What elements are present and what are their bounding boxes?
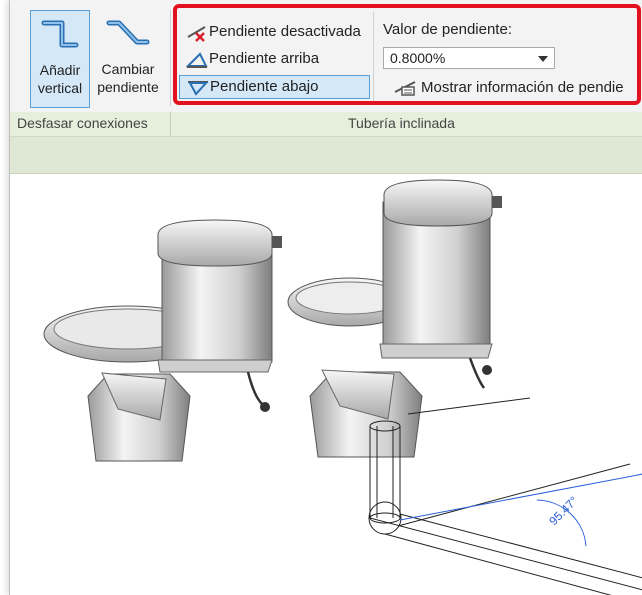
slope-up-icon: [185, 51, 208, 76]
angle-label: 95.47°: [546, 493, 581, 528]
change-slope-button[interactable]: Cambiar pendiente: [90, 10, 166, 108]
slope-value-text: 0.8000%: [390, 50, 446, 66]
slope-up-label: Pendiente arriba: [209, 50, 320, 67]
chevron-down-icon: [538, 56, 548, 62]
app-window: Añadir vertical Cambiar pendiente Pendie…: [9, 0, 642, 595]
slope-info-icon: [393, 80, 417, 100]
slope-value-label: Valor de pendiente:: [383, 21, 512, 38]
add-vertical-label-1: Añadir: [39, 62, 81, 78]
panel-title-offset-connections: Desfasar conexiones: [17, 115, 148, 131]
slope-off-button[interactable]: Pendiente desactivada: [179, 21, 374, 45]
show-slope-info-label: Mostrar información de pendie: [421, 79, 624, 96]
slope-down-button[interactable]: Pendiente abajo: [179, 75, 370, 99]
ribbon: Añadir vertical Cambiar pendiente Pendie…: [10, 0, 642, 113]
slope-off-icon: [186, 24, 208, 49]
panel-title-sloped-pipe: Tubería inclinada: [348, 115, 455, 131]
change-slope-label-1: Cambiar: [101, 61, 155, 77]
panel-divider: [170, 10, 171, 106]
add-vertical-icon: [31, 17, 89, 55]
toilet-right: [287, 179, 502, 458]
panel-title-bar: Desfasar conexiones Tubería inclinada: [10, 112, 642, 137]
change-slope-icon: [90, 16, 166, 54]
slope-down-label: Pendiente abajo: [210, 78, 319, 95]
options-bar: [10, 137, 642, 174]
show-slope-info-button[interactable]: Mostrar información de pendie: [391, 76, 642, 100]
slope-off-label: Pendiente desactivada: [209, 23, 361, 40]
3d-viewport[interactable]: 95.47°: [10, 174, 642, 595]
toilet-left: [43, 219, 282, 462]
slope-down-icon: [187, 79, 209, 104]
panel-title-divider: [170, 112, 171, 136]
ribbon-separator: [373, 12, 374, 102]
slope-up-button[interactable]: Pendiente arriba: [179, 48, 374, 72]
add-vertical-button[interactable]: Añadir vertical: [30, 10, 90, 108]
slope-value-dropdown[interactable]: 0.8000%: [383, 47, 555, 69]
viewport-canvas: 95.47°: [43, 179, 642, 595]
change-slope-label-2: pendiente: [97, 79, 159, 95]
add-vertical-label-2: vertical: [37, 80, 83, 96]
